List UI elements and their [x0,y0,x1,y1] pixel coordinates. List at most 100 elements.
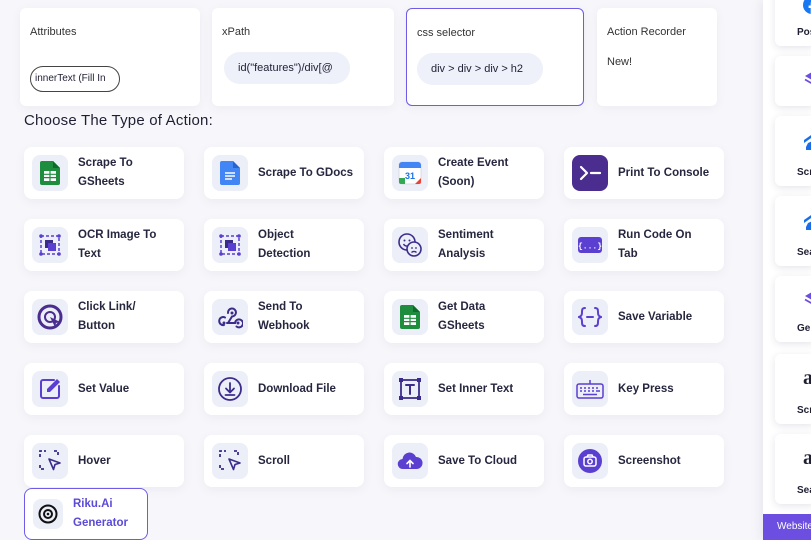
action-label: Set Inner Text [438,382,514,395]
scroll-cursor-icon [212,443,248,479]
riku-ai-generator-button[interactable]: Riku.Ai Generator [24,488,148,540]
action-label: Download File [258,382,336,395]
action-label: Scroll [258,454,290,467]
action-recorder-label: Action Recorder [607,26,686,38]
attributes-card: Attributes innerText (Fill In [20,8,200,106]
side-card-label: Gene [797,323,811,334]
action-label: Send To Webhook [258,301,310,332]
key-press-button[interactable]: Key Press [564,363,724,415]
side-card-label: Sear [797,485,811,496]
css-selector-label: css selector [417,27,476,39]
scrape-to-gsheets-button[interactable]: Scrape To GSheets [24,147,184,199]
facebook-icon [803,0,811,16]
code-icon: {...} [572,227,608,263]
website-tab[interactable]: Website [763,514,811,540]
attributes-label: Attributes [30,26,77,38]
ocr-icon [32,227,68,263]
action-label: Key Press [618,382,674,395]
object-detection-icon [212,227,248,263]
action-label: Print To Console [618,166,710,179]
side-card-layers[interactable] [775,56,811,106]
action-label: Run Code On Tab [618,229,692,260]
download-file-button[interactable]: Download File [204,363,364,415]
css-selector-value[interactable]: div > div > div > h2 [417,53,543,85]
webhook-icon [212,299,248,335]
side-card-generator[interactable]: Gene [775,276,811,342]
action-label: Sentiment Analysis [438,229,494,260]
xpath-card: xPath id("features")/div[@ [212,8,394,106]
attributes-select[interactable]: innerText (Fill In [30,66,120,92]
ocr-image-to-text-button[interactable]: OCR Image To Text [24,219,184,271]
zillow-icon [803,132,811,152]
google-calendar-icon: 31 [392,155,428,191]
zillow-icon [803,212,811,232]
svg-text:{...}: {...} [578,243,602,252]
side-card-label: Scra [797,167,811,178]
action-label: Screenshot [618,454,681,467]
curly-braces-icon [572,299,608,335]
side-card-amazon-search[interactable]: a Sear [775,434,811,504]
google-sheets-icon [32,155,68,191]
google-sheets-icon [392,299,428,335]
send-to-webhook-button[interactable]: Send To Webhook [204,291,364,343]
side-card-label: Post [797,27,811,38]
save-variable-button[interactable]: Save Variable [564,291,724,343]
side-card-zillow-search[interactable]: Sear [775,196,811,266]
riku-logo-icon [33,499,63,529]
action-label: Click Link/ Button [78,301,136,332]
screenshot-button[interactable]: Screenshot [564,435,724,487]
layers-icon [803,290,811,310]
get-data-gsheets-button[interactable]: Get Data GSheets [384,291,544,343]
terminal-icon [572,155,608,191]
xpath-label: xPath [222,26,251,38]
css-selector-card[interactable]: css selector div > div > div > h2 [406,8,584,106]
side-card-label: Sear [797,247,811,258]
text-box-icon [392,371,428,407]
keyboard-icon [572,371,608,407]
action-label: Object Detection [258,229,311,260]
svg-text:31: 31 [405,171,415,181]
action-label: Set Value [78,382,130,395]
xpath-value[interactable]: id("features")/div[@ [224,52,350,84]
side-card-amazon-scrape[interactable]: a Scra [775,354,811,424]
set-value-button[interactable]: Set Value [24,363,184,415]
amazon-icon: a [803,367,811,389]
click-link-button[interactable]: Click Link/ Button [24,291,184,343]
edit-icon [32,371,68,407]
action-recorder-card[interactable]: Action Recorder New! [597,8,717,106]
side-card-zillow-scrape[interactable]: Scra [775,116,811,186]
action-label: Hover [78,454,111,467]
cursor-click-icon [32,299,68,335]
object-detection-button[interactable]: Object Detection [204,219,364,271]
create-event-button[interactable]: 31 Create Event (Soon) [384,147,544,199]
sentiment-face-icon [392,227,428,263]
sentiment-analysis-button[interactable]: Sentiment Analysis [384,219,544,271]
scrape-to-gdocs-button[interactable]: Scrape To GDocs [204,147,364,199]
side-card-post[interactable]: Post [775,0,811,46]
action-type-heading: Choose The Type of Action: [24,112,213,129]
google-docs-icon [212,155,248,191]
run-code-on-tab-button[interactable]: {...} Run Code On Tab [564,219,724,271]
action-label: Scrape To GSheets [78,157,133,188]
action-label: Save Variable [618,310,693,323]
scroll-button[interactable]: Scroll [204,435,364,487]
print-to-console-button[interactable]: Print To Console [564,147,724,199]
hover-cursor-icon [32,443,68,479]
action-label: Create Event (Soon) [438,157,509,188]
action-label: Scrape To GDocs [258,166,354,179]
action-label: OCR Image To Text [78,229,157,260]
save-to-cloud-button[interactable]: Save To Cloud [384,435,544,487]
action-label: Riku.Ai Generator [73,498,128,529]
new-badge: New! [607,56,633,68]
set-inner-text-button[interactable]: Set Inner Text [384,363,544,415]
amazon-icon: a [803,447,811,469]
layers-icon [803,70,811,90]
action-label: Get Data GSheets [438,301,486,332]
download-icon [212,371,248,407]
action-label: Save To Cloud [438,454,518,467]
hover-button[interactable]: Hover [24,435,184,487]
recipes-side-panel: Post Scra Sear Gene a Scra a Sear Websit… [763,0,811,540]
side-card-label: Scra [797,405,811,416]
camera-icon [572,443,608,479]
cloud-icon [392,443,428,479]
